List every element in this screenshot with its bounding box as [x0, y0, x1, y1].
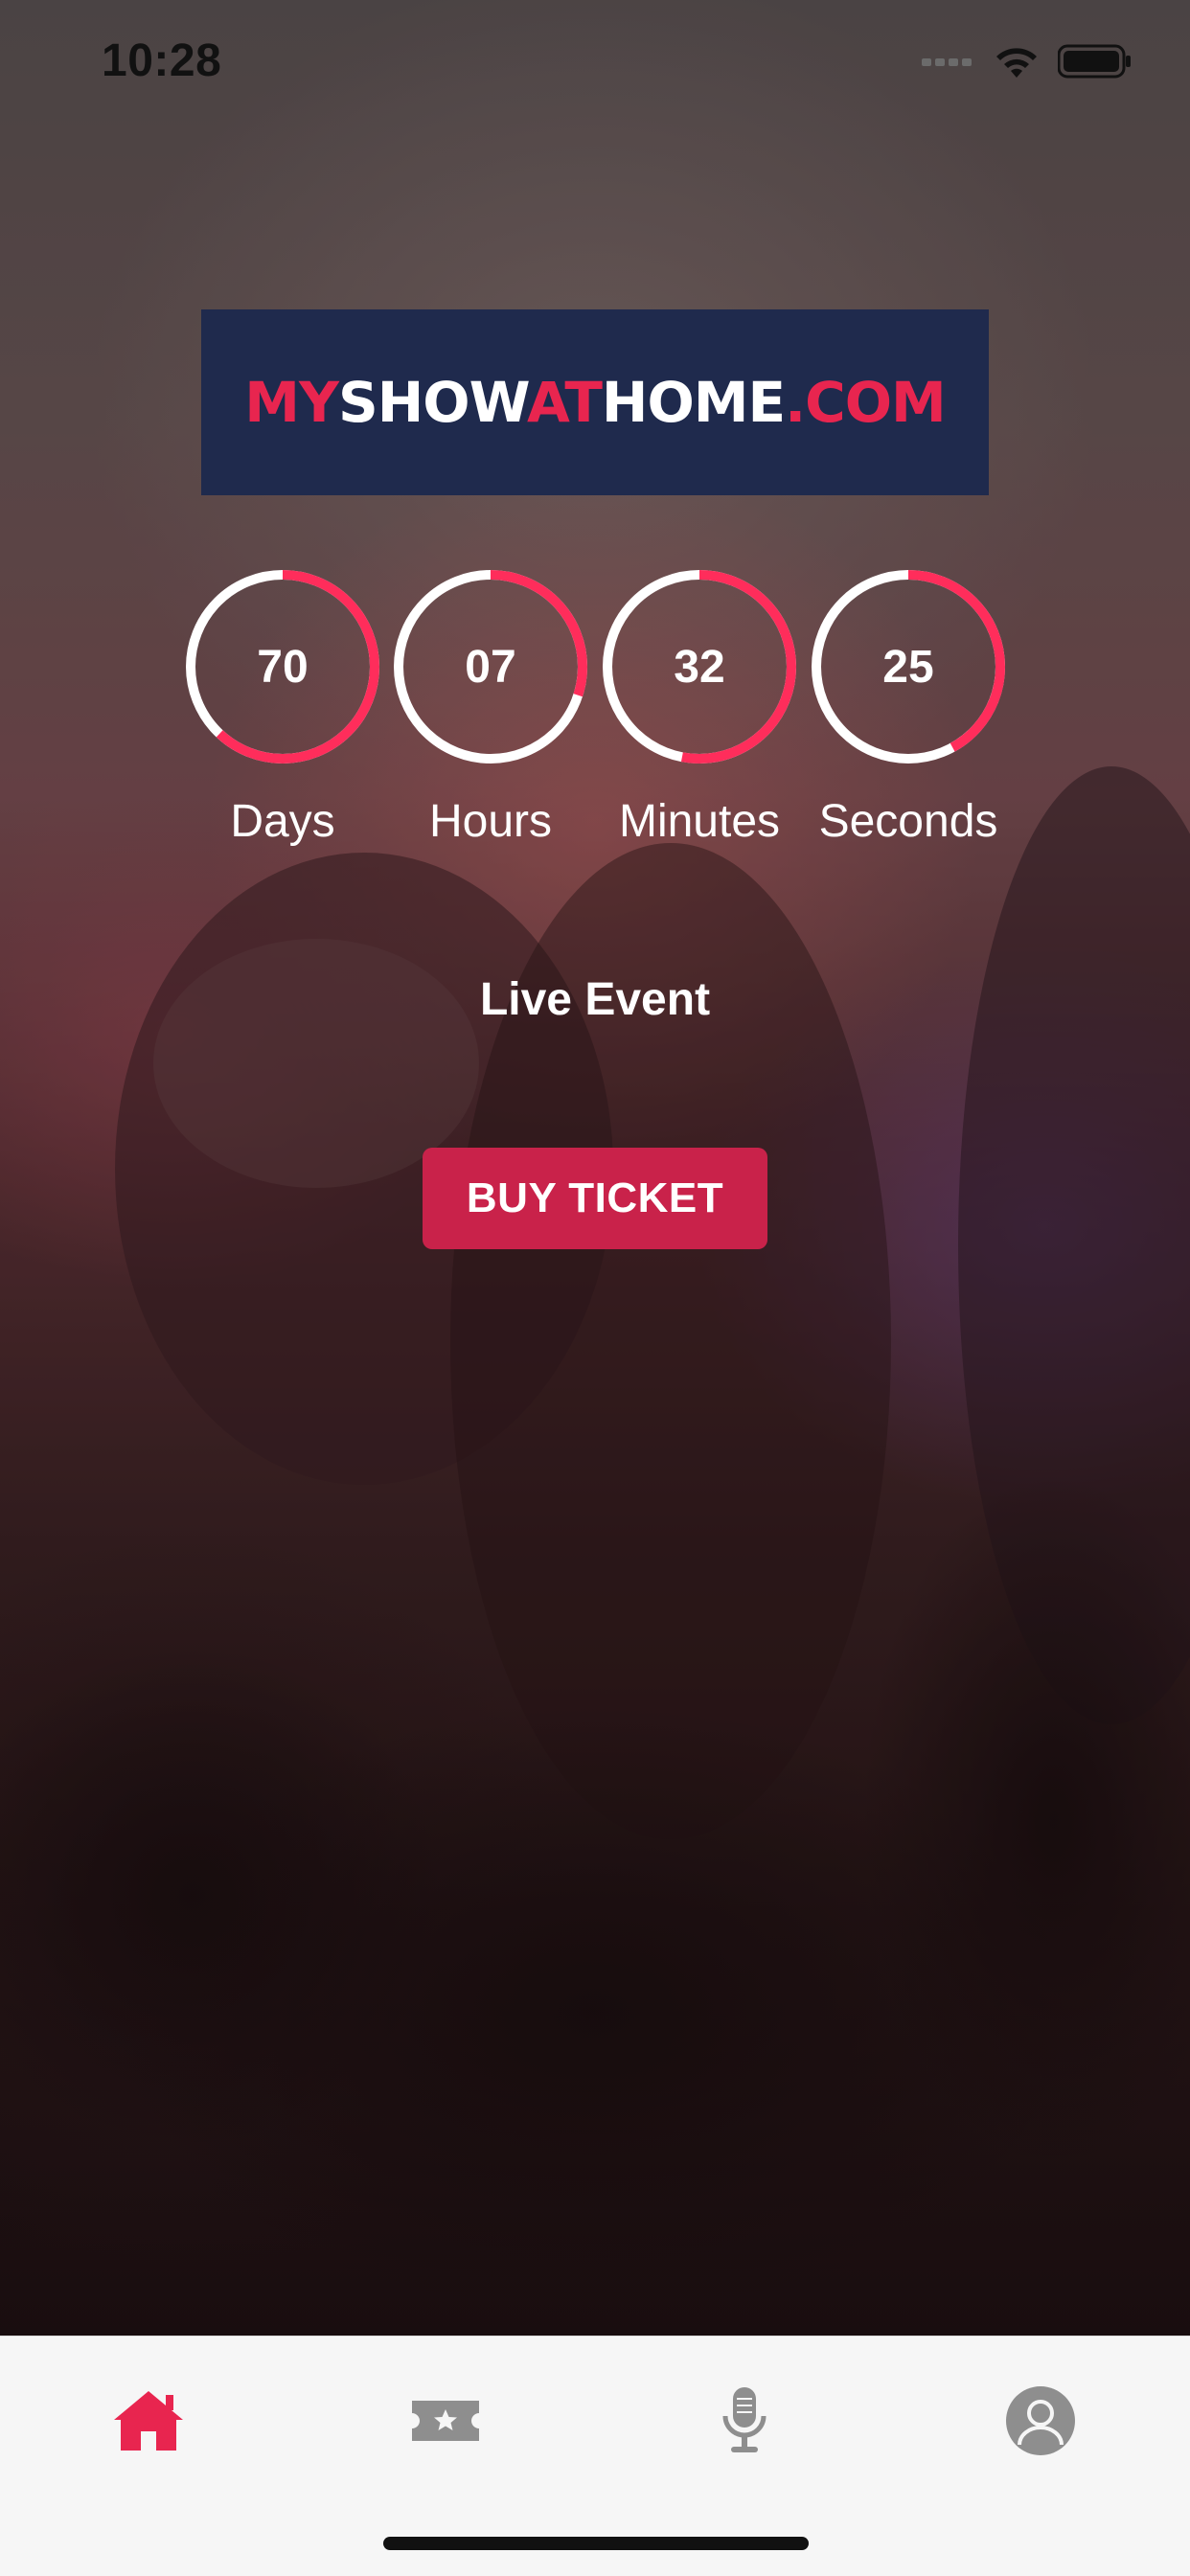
- logo-part-com: .COM: [785, 370, 947, 435]
- logo-part-at: AT: [526, 370, 603, 435]
- tab-live[interactable]: [697, 2373, 792, 2469]
- cellular-icon: [922, 55, 975, 73]
- wifi-icon: [993, 43, 1041, 84]
- tab-tickets[interactable]: [398, 2373, 493, 2469]
- days-value: 70: [257, 641, 309, 693]
- buy-ticket-button[interactable]: BUY TICKET: [423, 1148, 767, 1249]
- battery-icon: [1057, 44, 1133, 83]
- tab-home[interactable]: [101, 2373, 196, 2469]
- logo-part-my: MY: [244, 370, 339, 435]
- hours-value: 07: [465, 641, 516, 693]
- event-title: Live Event: [479, 974, 711, 1025]
- countdown-timer: 70 Days 07 Hours 32 Minutes 25 Seconds: [0, 565, 1190, 872]
- home-indicator[interactable]: [383, 2537, 809, 2550]
- logo-wordmark: MYSHOWATHOME.COM: [244, 370, 947, 435]
- status-bar: 10:28: [0, 0, 1190, 134]
- microphone-icon: [722, 2387, 767, 2452]
- countdown-hours: 07 Hours: [389, 565, 592, 848]
- minutes-value: 32: [674, 641, 725, 693]
- tab-profile[interactable]: [993, 2373, 1088, 2469]
- brand-logo: MYSHOWATHOME.COM: [201, 309, 989, 495]
- days-label: Days: [230, 796, 335, 847]
- logo-part-home: HOME: [601, 370, 786, 435]
- minutes-label: Minutes: [618, 796, 781, 847]
- seconds-value: 25: [882, 641, 934, 693]
- status-time: 10:28: [102, 35, 222, 86]
- ticket-icon: [412, 2401, 479, 2441]
- home-icon: [114, 2391, 183, 2451]
- countdown-days: 70 Days: [181, 565, 384, 848]
- hours-label: Hours: [428, 796, 553, 847]
- seconds-label: Seconds: [818, 796, 998, 847]
- countdown-seconds: 25 Seconds: [807, 565, 1010, 848]
- logo-part-show: SHOW: [337, 370, 528, 435]
- profile-icon: [1006, 2386, 1075, 2455]
- countdown-minutes: 32 Minutes: [598, 565, 801, 848]
